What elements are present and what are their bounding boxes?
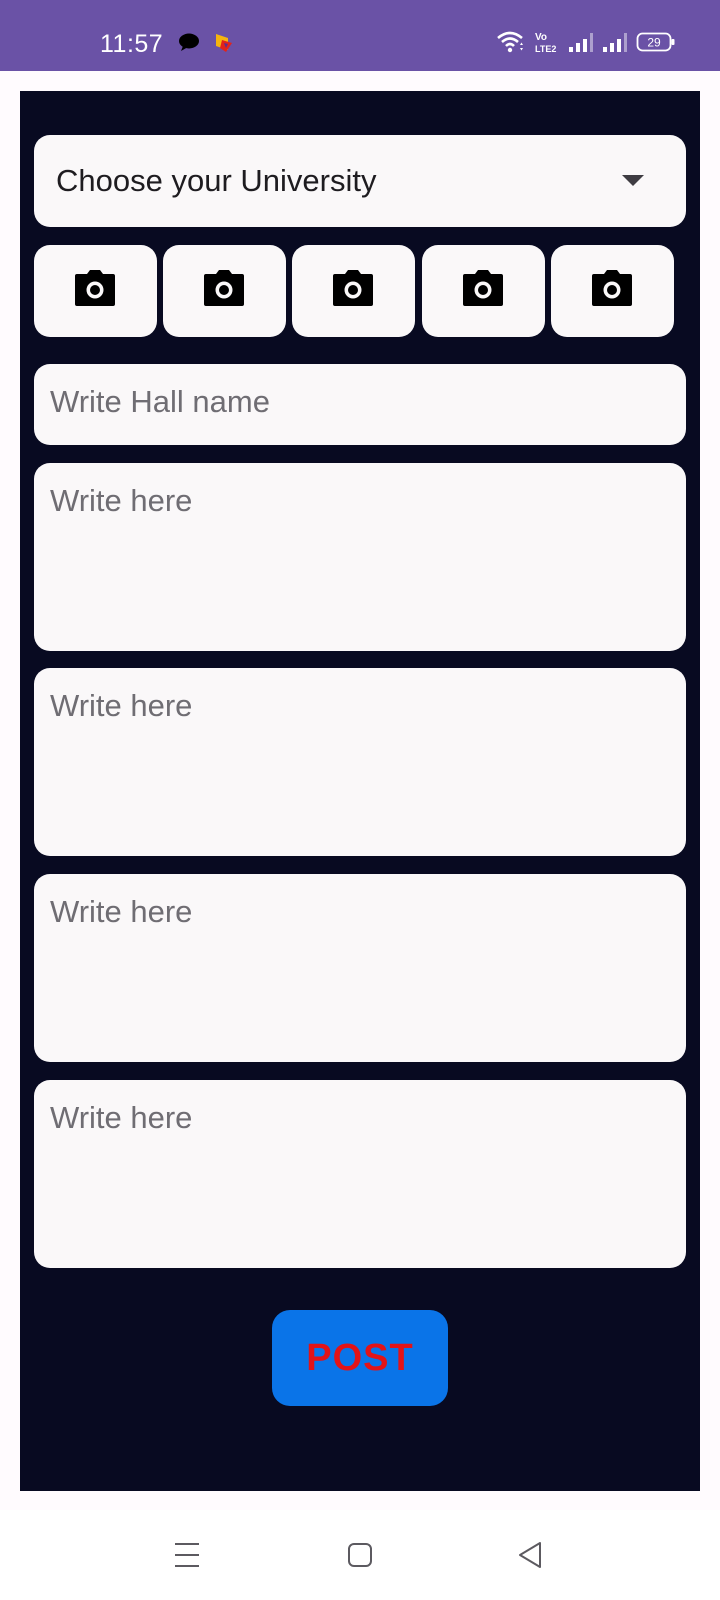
chat-notification-icon — [178, 32, 200, 57]
post-form-panel: Choose your University Write Hall name W… — [20, 91, 700, 1491]
app-notification-icon — [214, 32, 234, 59]
camera-icon — [332, 270, 374, 311]
text-area-placeholder: Write here — [50, 483, 193, 518]
add-photo-button-5[interactable] — [551, 245, 674, 337]
camera-icon — [74, 270, 116, 311]
status-time: 11:57 — [100, 30, 164, 58]
text-area-1[interactable]: Write here — [34, 463, 686, 651]
text-area-3[interactable]: Write here — [34, 874, 686, 1062]
text-area-placeholder: Write here — [50, 1100, 193, 1135]
svg-text:LTE2: LTE2 — [535, 44, 556, 54]
menu-icon[interactable] — [165, 1532, 211, 1578]
photo-button-row — [34, 245, 686, 337]
add-photo-button-2[interactable] — [163, 245, 286, 337]
university-dropdown-label: Choose your University — [56, 163, 377, 198]
camera-icon — [203, 270, 245, 311]
post-button[interactable]: POST — [272, 1310, 448, 1406]
hall-name-placeholder: Write Hall name — [50, 384, 270, 419]
battery-icon: 29 — [636, 31, 676, 53]
signal-icon — [602, 31, 628, 53]
post-button-label: POST — [306, 1337, 414, 1379]
navigation-bar — [0, 1510, 720, 1600]
home-icon[interactable] — [337, 1532, 383, 1578]
add-photo-button-3[interactable] — [292, 245, 415, 337]
dropdown-arrow-icon — [622, 175, 644, 186]
add-photo-button-1[interactable] — [34, 245, 157, 337]
volte-icon: Vo LTE2 — [534, 30, 560, 54]
svg-text:29: 29 — [647, 36, 661, 50]
add-photo-button-4[interactable] — [422, 245, 545, 337]
text-area-placeholder: Write here — [50, 894, 193, 929]
university-dropdown[interactable]: Choose your University — [34, 135, 686, 227]
signal-icon — [568, 31, 594, 53]
text-area-2[interactable]: Write here — [34, 668, 686, 856]
svg-text:Vo: Vo — [535, 32, 547, 43]
camera-icon — [591, 270, 633, 311]
wifi-icon — [496, 30, 526, 54]
camera-icon — [462, 270, 504, 311]
status-bar: 11:57 Vo LTE2 29 — [0, 0, 720, 71]
text-area-placeholder: Write here — [50, 688, 193, 723]
hall-name-input[interactable]: Write Hall name — [34, 364, 686, 445]
text-area-4[interactable]: Write here — [34, 1080, 686, 1268]
back-icon[interactable] — [508, 1532, 554, 1578]
